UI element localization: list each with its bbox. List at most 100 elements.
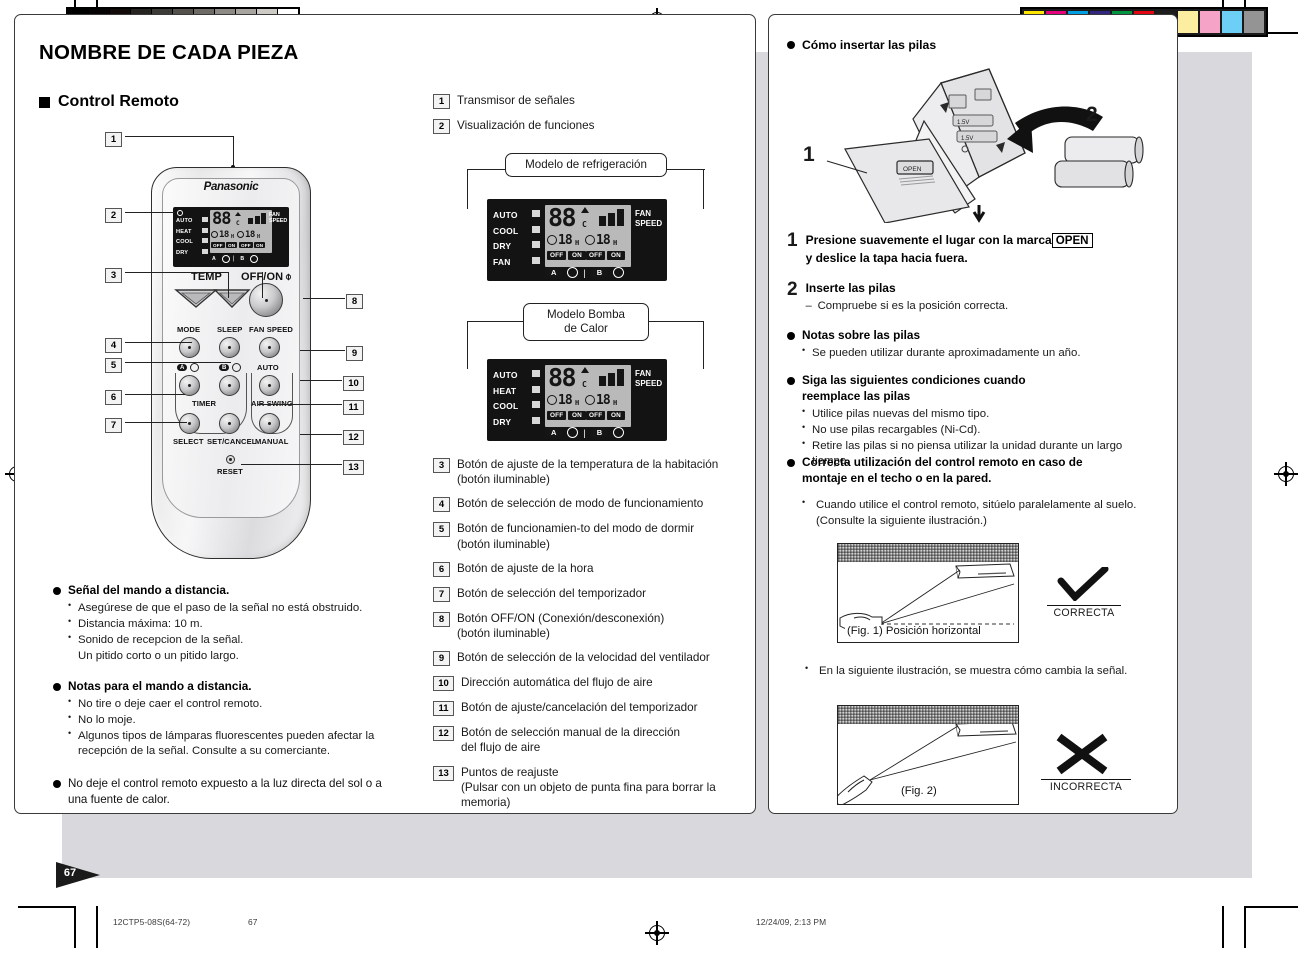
off-on-button[interactable] [249, 283, 283, 317]
select-button[interactable] [179, 413, 200, 434]
callout-3: 3 [105, 265, 122, 283]
leader-line-9 [300, 350, 345, 352]
step-1-number: 1 [787, 230, 798, 251]
heatpump-caption-leader-left-v [467, 321, 469, 369]
heatpump-swing-icon-b [613, 427, 625, 438]
part-3-text: Botón de ajuste de la temperatura de la … [457, 458, 719, 487]
mode-button[interactable] [179, 337, 200, 358]
heatpump-timer-a-unit: H [575, 399, 580, 407]
remote-label-mode: MODE [177, 325, 201, 334]
callout-6: 6 [105, 387, 122, 405]
manual-button[interactable] [259, 413, 280, 434]
square-bullet-icon [39, 96, 50, 108]
lcd-timer-a-off: OFF [211, 242, 225, 248]
cooling-b-off: OFF [586, 251, 606, 260]
callout-1: 1 [105, 129, 122, 147]
temp-down-button[interactable] [174, 287, 218, 309]
part-2-chip: 2 [433, 119, 450, 134]
cooling-timer-icon-a [567, 267, 579, 278]
step-1-text: Presione suavemente el lugar con la marc… [806, 231, 1093, 267]
heatpump-a-off: OFF [547, 411, 567, 420]
check-mark-icon [1057, 567, 1109, 601]
cooling-caption-leader-left-v [467, 169, 469, 209]
correct-use-heading-line2: montaje en el techo o en la pared. [802, 470, 992, 485]
crop-mark-bl-v [74, 906, 76, 948]
svg-text:1.5V: 1.5V [961, 136, 973, 142]
remote-label-manual: MANUAL [255, 437, 289, 446]
part-5-chip: 5 [433, 522, 450, 538]
remote-tag-a-row: A [177, 363, 200, 372]
section-heading: Control Remoto [39, 93, 179, 111]
crop-mark-bl-h [18, 906, 76, 908]
part-item-1: 1 Transmisor de señales [433, 93, 733, 109]
heatpump-tag-a: A [545, 427, 563, 438]
heatpump-temp-arrow-icon [581, 367, 589, 373]
set-cancel-button[interactable] [219, 413, 240, 434]
callout-9-chip: 9 [346, 346, 363, 361]
callout-8-chip: 8 [346, 294, 363, 309]
note-signal-bullet-1: Asegúrese de que el paso de la señal no … [68, 600, 403, 616]
reset-button[interactable] [226, 455, 235, 464]
part-1-chip: 1 [433, 94, 450, 109]
bullet-icon-battery [787, 41, 795, 49]
leader-line-7 [125, 422, 187, 424]
fan-speed-button[interactable] [259, 337, 280, 358]
remote-tag-a: A [177, 364, 188, 371]
color-swatch-10 [1244, 11, 1264, 33]
leader-line-3-v [228, 272, 230, 298]
color-swatch-8 [1200, 11, 1220, 33]
temp-up-button[interactable] [213, 287, 251, 309]
heatpump-timer-icon-a [567, 427, 579, 438]
lcd-timer-a-on: ON [226, 242, 238, 248]
note-signal-bullet-4: Un pitido corto o un pitido largo. [78, 650, 239, 663]
fig2-group: (Fig. 2) INCORRECTA [837, 705, 1157, 813]
leader-line-5 [125, 362, 231, 364]
cooling-caption-leader-right-v [703, 169, 705, 209]
svg-text:OPEN: OPEN [903, 166, 922, 173]
battery-panel: Cómo insertar las pilas 1.5V 1.5V OPEN 1… [768, 14, 1178, 814]
lcd-temp-digits: 88 [212, 209, 232, 229]
heatpump-fan-label-1: FAN [635, 369, 651, 378]
note-notes-bullet-1: No tire o deje caer el control remoto. [68, 696, 403, 712]
sleep-button[interactable] [219, 337, 240, 358]
part-10-chip: 10 [433, 676, 454, 692]
page-tab-number: 67 [63, 867, 77, 879]
cooling-caption-leader-left [467, 169, 507, 171]
step-2-block: 2 Inserte las pilas Compruebe si es la p… [787, 280, 1153, 315]
correct-use-bullet-1: Cuando utilice el control remoto, sitúel… [802, 496, 1153, 530]
remote-brand-label: Panasonic [203, 181, 259, 193]
part-item-12: 12 Botón de selección manual de la direcc… [433, 725, 753, 755]
heatpump-display-caption: Modelo Bomba de Calor [523, 303, 649, 342]
heatpump-timer-a-icon [547, 395, 557, 405]
part-12-chip: 12 [433, 726, 454, 742]
cooling-mode-auto: AUTO [493, 210, 518, 220]
part-item-4: 4 Botón de selección de modo de funcionam… [433, 496, 753, 513]
part-8-text: Botón OFF/ON (Conexión/desconexión) (bot… [457, 611, 665, 641]
battery-heading-block: Cómo insertar las pilas [787, 37, 1117, 53]
note-block-signal: Señal del mando a distancia. Asegúrese d… [53, 583, 403, 665]
fig1-mark-label: CORRECTA [1047, 605, 1121, 619]
bullet-icon-signal [53, 587, 61, 595]
heatpump-timer-b-icon [585, 395, 595, 405]
callout-11-chip: 11 [343, 400, 364, 415]
remote-label-fan-speed: FAN SPEED [249, 325, 293, 334]
cooling-b-on: ON [607, 251, 625, 260]
remote-label-auto: AUTO [257, 363, 279, 372]
section-heading-label: Control Remoto [58, 93, 179, 110]
fig1-ceiling-hatch [838, 544, 1018, 562]
lcd-fan-label-2: SPEED [269, 218, 288, 224]
heatpump-temp-unit: C [582, 380, 587, 389]
footer-timestamp: 12/24/09, 2:13 PM [756, 917, 827, 927]
cooling-fan-label-2: SPEED [635, 218, 663, 228]
part-1-text: Transmisor de señales [457, 94, 575, 107]
notes-batteries-block: Notas sobre las pilas Se pueden utilizar… [787, 328, 1147, 362]
registration-target-right [1274, 462, 1298, 486]
callout-13: 13 [343, 457, 364, 475]
diagram-label-2: 2 [1086, 103, 1098, 126]
lcd-divider: | [232, 256, 235, 262]
callout-3-chip: 3 [105, 268, 122, 283]
lcd-mode-indicator-bars [202, 217, 208, 259]
page-number-tab: 67 [56, 862, 102, 888]
part-11-text: Botón de ajuste/cancelación del temporiz… [461, 701, 698, 715]
remote-lcd-display: AUTO HEAT COOL DRY 88 C 18 H 18 H OFF ON… [173, 207, 289, 267]
